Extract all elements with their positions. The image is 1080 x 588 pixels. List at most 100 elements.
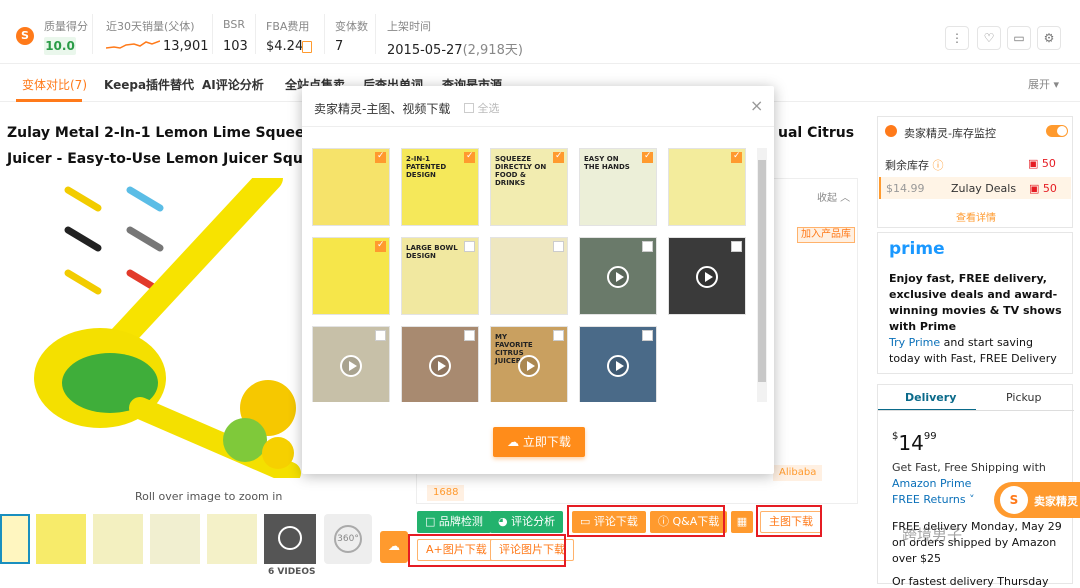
media-select-checkbox[interactable]: [464, 151, 475, 163]
scrollbar[interactable]: [757, 148, 767, 402]
media-select-checkbox[interactable]: [553, 330, 564, 341]
play-icon: [429, 355, 451, 377]
inventory-toggle[interactable]: [1046, 125, 1068, 137]
calculator-button[interactable]: ▦: [731, 511, 753, 533]
360-view-thumbnail[interactable]: 360°: [324, 514, 372, 564]
media-select-checkbox[interactable]: [642, 330, 653, 341]
media-video-thumbnail[interactable]: MY FAVORITE CITRUS JUICER: [490, 326, 568, 402]
media-image-thumbnail[interactable]: 2-IN-1 PATENTED DESIGN: [401, 148, 479, 226]
video-thumbnail[interactable]: [264, 514, 316, 564]
media-image-thumbnail[interactable]: [668, 148, 746, 226]
remaining-value: ▣ 50: [1028, 157, 1056, 170]
thumbnail-4[interactable]: [150, 514, 200, 564]
watermark-text: 跨境男子: [902, 526, 963, 544]
divider: [255, 14, 256, 54]
seller-sprite-logo-icon: S: [1000, 486, 1028, 514]
media-select-checkbox[interactable]: [553, 241, 564, 252]
pickup-tab[interactable]: Pickup: [1006, 391, 1041, 404]
listed-date: 2015-05-27(2,918天): [387, 43, 523, 58]
media-image-thumbnail[interactable]: LARGE BOWL DESIGN: [401, 237, 479, 315]
settings-gear-icon[interactable]: ⚙: [1037, 26, 1061, 50]
media-image-thumbnail[interactable]: EASY ON THE HANDS: [579, 148, 657, 226]
scrollbar-thumb[interactable]: [758, 160, 766, 382]
media-image-thumbnail[interactable]: [490, 237, 568, 315]
media-image-thumbnail[interactable]: SQUEEZE DIRECTLY ON FOOD & DRINKS: [490, 148, 568, 226]
tab-keepa[interactable]: Keepa插件替代: [104, 76, 194, 93]
media-video-thumbnail[interactable]: [668, 237, 746, 315]
brand-check-button[interactable]: □ 品牌检测: [417, 511, 491, 533]
media-select-checkbox[interactable]: [375, 151, 386, 163]
lemon-squeezer-image: [34, 165, 301, 484]
1688-tag[interactable]: 1688: [427, 485, 465, 501]
quality-score-badge: 10.0: [44, 37, 76, 55]
seller-sprite-float-button[interactable]: S 卖家精灵: [994, 482, 1080, 518]
inventory-title: 卖家精灵-库存监控: [904, 127, 996, 140]
tabs-expand[interactable]: 展开 ▾: [1028, 76, 1059, 92]
heart-icon[interactable]: ♡: [977, 26, 1001, 50]
seller-row: $14.99 Zulay Deals ▣ 50: [879, 177, 1071, 199]
video-icon[interactable]: ▭: [1007, 26, 1031, 50]
main-product-image[interactable]: [20, 165, 302, 484]
remaining-label: 剩余库存 ⓘ: [885, 159, 944, 172]
media-select-checkbox[interactable]: [464, 241, 475, 252]
cloud-download-icon[interactable]: ☁: [380, 531, 408, 563]
media-select-checkbox[interactable]: [553, 151, 564, 163]
thumbnail-5[interactable]: [207, 514, 257, 564]
review-analysis-button[interactable]: ◕ 评论分析: [490, 511, 564, 533]
seller-name: Zulay Deals: [951, 182, 1017, 195]
variants-value: 7: [335, 39, 344, 54]
delivery-tab[interactable]: Delivery: [905, 391, 956, 404]
bsr-label: BSR: [223, 18, 245, 31]
play-icon: [607, 266, 629, 288]
divider: [878, 410, 1074, 411]
image-video-download-modal: 卖家精灵-主图、视频下载 全选 × 2-IN-1 PATENTED DESIGN…: [302, 86, 774, 474]
variants-label: 变体数: [335, 20, 368, 33]
add-to-library-button[interactable]: 加入产品库: [797, 227, 855, 243]
bsr-value: 103: [223, 39, 248, 54]
tab-variant-compare[interactable]: 变体对比(7): [22, 76, 87, 93]
divider: [324, 14, 325, 54]
media-caption: EASY ON THE HANDS: [584, 155, 630, 171]
highlight-box: [567, 505, 725, 537]
zoom-hint: Roll over image to zoom in: [135, 490, 283, 503]
view-details-link[interactable]: 查看详情: [956, 209, 996, 224]
media-video-thumbnail[interactable]: [579, 237, 657, 315]
shipping-text: Get Fast, Free Shipping with: [892, 461, 1046, 474]
modal-title: 卖家精灵-主图、视频下载: [314, 102, 451, 116]
media-select-checkbox[interactable]: [375, 330, 386, 341]
media-video-thumbnail[interactable]: [579, 326, 657, 402]
alibaba-tag[interactable]: Alibaba: [773, 465, 823, 481]
thumbnail-3[interactable]: [93, 514, 143, 564]
videos-label: 6 VIDEOS: [268, 567, 316, 577]
media-select-checkbox[interactable]: [731, 241, 742, 252]
play-icon: [278, 526, 302, 550]
try-prime-link[interactable]: Try Prime: [889, 336, 940, 349]
stats-bar: S 质量得分 10.0 近30天销量(父体) 13,901 BSR 103 FB…: [0, 0, 1080, 64]
media-select-checkbox[interactable]: [375, 240, 386, 252]
select-all-checkbox[interactable]: 全选: [464, 100, 500, 116]
tab-ai-review[interactable]: AI评论分析: [202, 76, 264, 93]
media-select-checkbox[interactable]: [464, 330, 475, 341]
media-select-checkbox[interactable]: [642, 241, 653, 252]
media-video-thumbnail[interactable]: [401, 326, 479, 402]
free-returns-link[interactable]: FREE Returns ˅: [892, 493, 975, 506]
download-now-button[interactable]: ☁ 立即下载: [493, 427, 585, 457]
media-video-thumbnail[interactable]: [312, 326, 390, 402]
close-icon[interactable]: ×: [750, 96, 763, 115]
media-image-thumbnail[interactable]: [312, 148, 390, 226]
play-icon: [340, 355, 362, 377]
amazon-prime-link[interactable]: Amazon Prime: [892, 477, 971, 490]
prime-promo-text: Enjoy fast, FREE delivery, exclusive dea…: [889, 272, 1062, 333]
thumbnail-1[interactable]: [0, 514, 30, 564]
listed-label: 上架时间: [387, 20, 431, 33]
calculator-icon[interactable]: [302, 41, 312, 53]
seller-stock: ▣ 50: [1029, 182, 1057, 195]
thumbnail-2[interactable]: [36, 514, 86, 564]
more-menu-icon[interactable]: ⋮: [945, 26, 969, 50]
media-image-thumbnail[interactable]: [312, 237, 390, 315]
collapse-link[interactable]: 收起 ︿: [817, 189, 850, 204]
media-select-checkbox[interactable]: [731, 151, 742, 163]
divider: [375, 14, 376, 54]
prime-promo-panel: prime Enjoy fast, FREE delivery, exclusi…: [877, 232, 1073, 374]
media-select-checkbox[interactable]: [642, 151, 653, 163]
